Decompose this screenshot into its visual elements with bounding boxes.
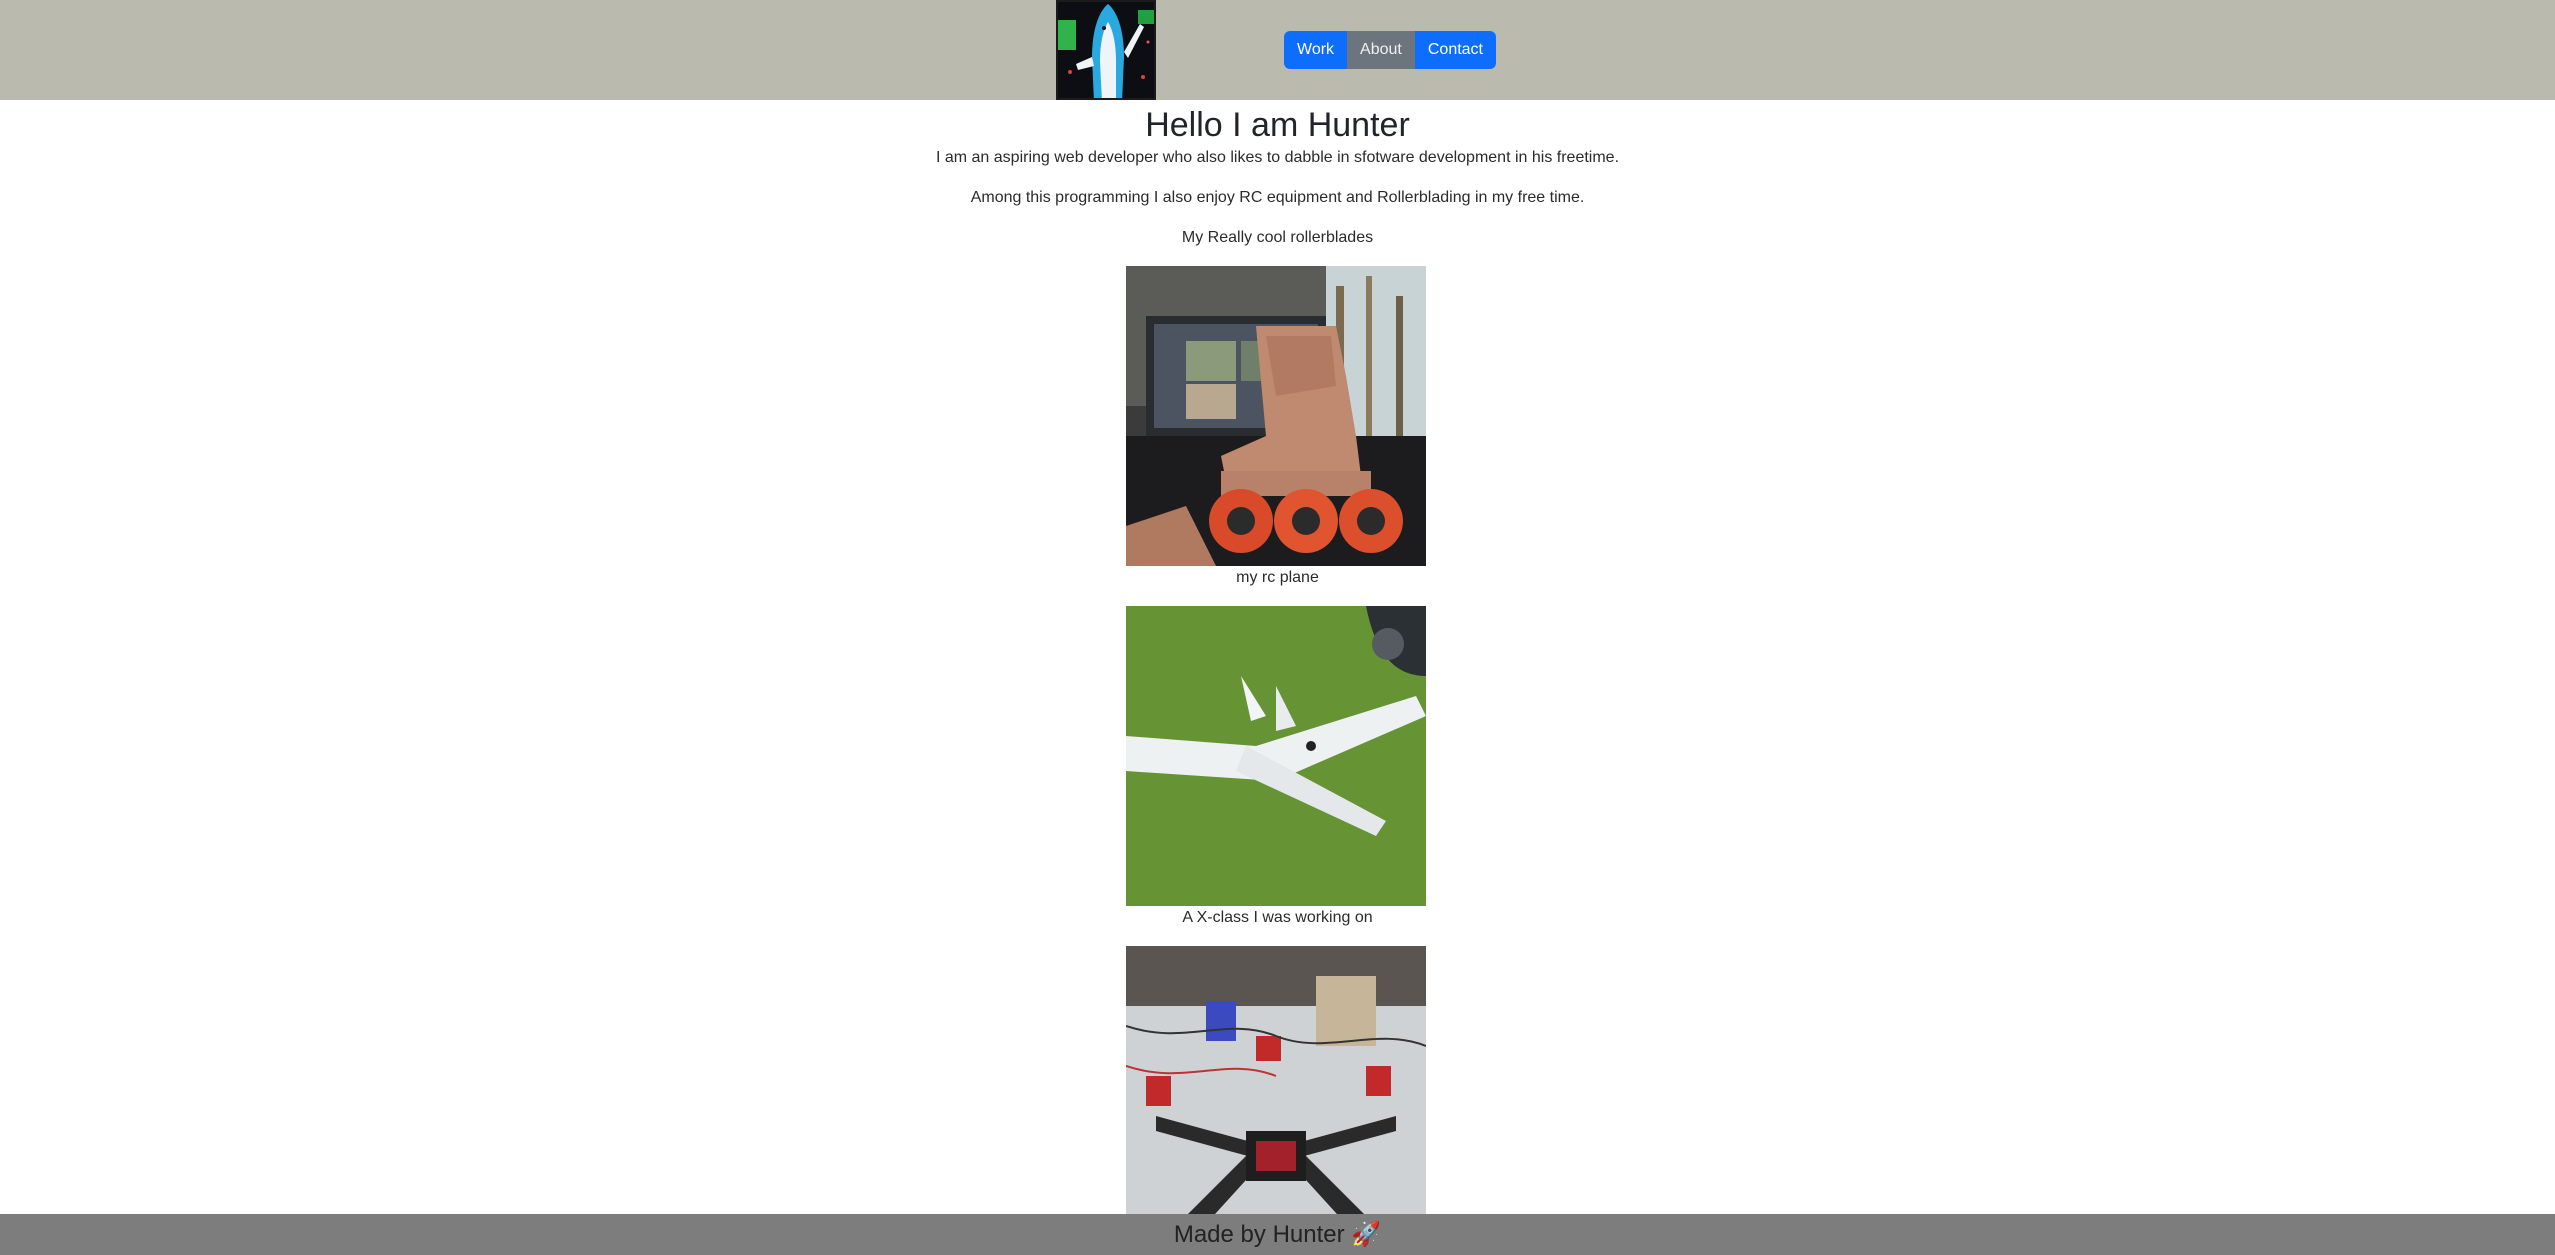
footer: Made by Hunter 🚀 <box>0 1214 2555 1255</box>
rollerblades-photo <box>1126 266 1426 566</box>
rc-plane-caption: my rc plane <box>1236 569 1319 586</box>
nav-contact-button[interactable]: Contact <box>1414 31 1496 69</box>
x-class-caption: A X-class I was working on <box>1182 909 1373 926</box>
navbar: Work About Contact <box>0 0 2555 100</box>
shark-avatar-logo-icon[interactable] <box>1056 0 1156 100</box>
page-heading: Hello I am Hunter <box>1145 106 1410 144</box>
nav-button-group: Work About Contact <box>1284 31 1496 69</box>
x-class-photo <box>1126 946 1426 1246</box>
footer-text: Made by Hunter 🚀 <box>1173 1221 1382 1248</box>
hobbies-paragraph: Among this programming I also enjoy RC e… <box>970 189 1585 206</box>
nav-about-button[interactable]: About <box>1347 31 1415 69</box>
nav-work-button[interactable]: Work <box>1284 31 1348 69</box>
intro-paragraph: I am an aspiring web developer who also … <box>935 149 1620 166</box>
rollerblades-caption: My Really cool rollerblades <box>1181 229 1374 246</box>
rc-plane-photo <box>1126 606 1426 906</box>
